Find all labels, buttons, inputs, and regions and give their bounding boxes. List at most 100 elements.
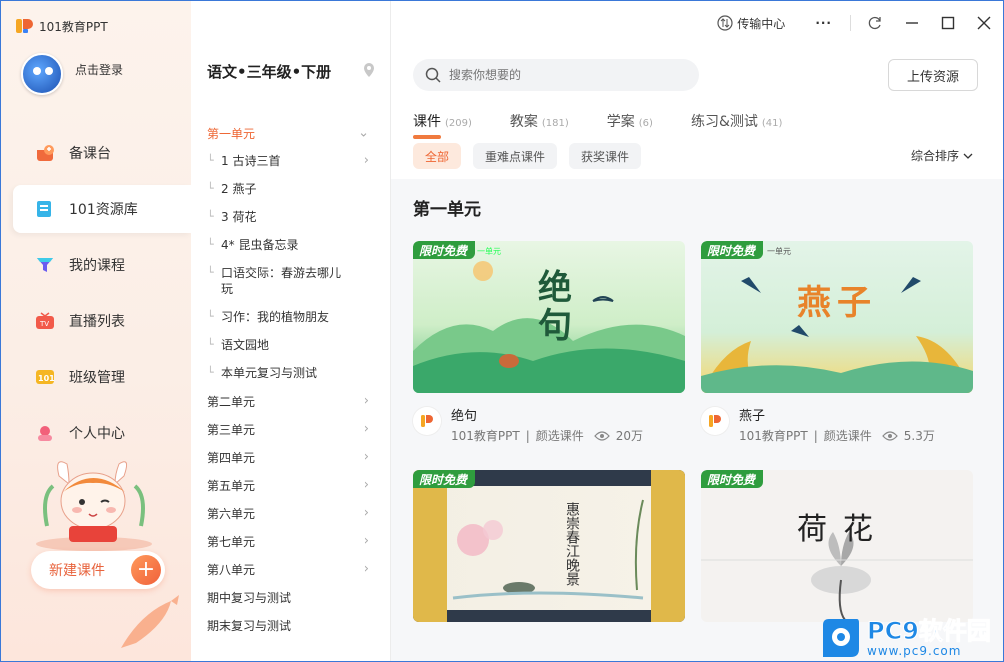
filter-key-points[interactable]: 重难点课件 — [473, 143, 558, 169]
toc-unit[interactable]: 第七单元 › — [191, 527, 391, 555]
course-card[interactable]: 惠崇春江晚景 限时免费 — [413, 470, 685, 622]
new-course-button[interactable]: 新建课件 + — [31, 551, 165, 589]
course-card[interactable]: 荷花 限时免费 — [701, 470, 973, 622]
filter-award[interactable]: 获奖课件 — [569, 143, 642, 169]
unit-label: 第四单元 — [207, 450, 256, 465]
tab-courseware[interactable]: 课件 (209) — [413, 111, 472, 139]
transfer-icon — [717, 15, 733, 31]
login-label[interactable]: 点击登录 — [75, 61, 123, 78]
chevron-right-icon: › — [363, 561, 369, 577]
tab-study-plan[interactable]: 学案 (6) — [607, 111, 653, 131]
tab-count: (209) — [445, 118, 472, 129]
chevron-right-icon: › — [363, 449, 369, 465]
refresh-icon[interactable] — [867, 15, 883, 31]
tab-exercise[interactable]: 练习&测试 (41) — [691, 111, 782, 131]
minimize-icon[interactable] — [905, 16, 919, 30]
tree-branch-icon: └ — [207, 210, 214, 223]
card-subtitle: 101教育PPT | 颜选课件 20万 — [451, 427, 643, 444]
toc-lesson[interactable]: └ 本单元复习与测试 — [191, 359, 391, 387]
card-meta: 燕子 101教育PPT | 颜选课件 5.3万 — [701, 393, 973, 453]
watermark-text: PC9软件园 — [867, 617, 992, 645]
toc-unit[interactable]: 第二单元 › — [191, 387, 391, 415]
card-views: 5.3万 — [903, 429, 935, 443]
toc-unit[interactable]: 第六单元 › — [191, 499, 391, 527]
toc-unit[interactable]: 第八单元 › — [191, 555, 391, 583]
tree-branch-icon: └ — [207, 154, 214, 167]
card-title[interactable]: 绝句 — [451, 405, 477, 424]
app-window: 101教育PPT 点击登录 备课台 101资源库 我的课程 TV 直播列表 10… — [0, 0, 1004, 662]
toc-lesson[interactable]: └ 4* 昆虫备忘录 — [191, 231, 391, 259]
tree-branch-icon: └ — [207, 266, 214, 279]
lesson-label: 语文园地 — [221, 338, 270, 352]
card-thumbnail[interactable]: 惠崇春江晚景 限时免费 — [413, 470, 685, 622]
transfer-center-button[interactable]: 传输中心 — [717, 15, 785, 32]
card-thumbnail[interactable]: 绝句 一单元 限时免费 — [413, 241, 685, 393]
card-thumbnail[interactable]: 荷花 限时免费 — [701, 470, 973, 622]
title-bar: 传输中心 ··· — [391, 1, 1003, 45]
tree-branch-icon: └ — [207, 366, 214, 379]
toc-unit[interactable]: 第一单元 ⌄ — [191, 119, 391, 147]
avatar[interactable] — [21, 53, 63, 95]
toc-extra[interactable]: 期中复习与测试 — [191, 583, 391, 611]
svg-text:101: 101 — [38, 374, 55, 383]
sidebar-item-class[interactable]: 101 班级管理 — [13, 353, 191, 401]
unit-label: 第三单元 — [207, 422, 256, 437]
toc-lesson[interactable]: └ 2 燕子 — [191, 175, 391, 203]
eye-icon — [593, 430, 610, 441]
unit-label: 第五单元 — [207, 478, 256, 493]
book-title[interactable]: 语文•三年级•下册 — [207, 61, 331, 82]
course-card[interactable]: 绝句 一单元 限时免费 绝句 101教育PPT | 颜选课件 20万 — [413, 241, 685, 453]
location-pin-icon[interactable] — [363, 63, 375, 77]
toc-unit[interactable]: 第三单元 › — [191, 415, 391, 443]
tab-lesson-plan[interactable]: 教案 (181) — [510, 111, 569, 131]
toc-lesson[interactable]: └ 语文园地 — [191, 331, 391, 359]
toc-lesson[interactable]: └ 习作：我的植物朋友 — [191, 303, 391, 331]
card-title[interactable]: 燕子 — [739, 405, 765, 424]
sidebar-item-label: 班级管理 — [69, 370, 125, 386]
toc-lesson[interactable]: └ 3 荷花 — [191, 203, 391, 231]
sort-dropdown[interactable]: 综合排序 — [911, 147, 973, 164]
new-course-label: 新建课件 — [49, 563, 105, 579]
sidebar-item-live[interactable]: TV 直播列表 — [13, 297, 191, 345]
tab-count: (6) — [638, 118, 653, 129]
card-meta: 绝句 101教育PPT | 颜选课件 20万 — [413, 393, 685, 453]
chevron-right-icon: › — [363, 533, 369, 549]
sidebar-item-resource[interactable]: 101资源库 — [13, 185, 191, 233]
filter-all[interactable]: 全部 — [413, 143, 462, 169]
tab-label: 学案 — [606, 114, 635, 130]
watermark-logo-icon — [823, 619, 859, 657]
search-input[interactable] — [449, 68, 669, 82]
card-subtitle: 101教育PPT | 颜选课件 5.3万 — [739, 427, 935, 444]
toc-extra[interactable]: 期末复习与测试 — [191, 611, 391, 639]
section-title: 第一单元 — [413, 200, 481, 220]
toc-lesson[interactable]: └ 1 古诗三首 › — [191, 147, 391, 175]
sort-label: 综合排序 — [911, 149, 960, 163]
chevron-down-icon — [963, 153, 973, 159]
transfer-label: 传输中心 — [737, 16, 786, 31]
card-thumbnail[interactable]: 燕子 一单元 限时免费 — [701, 241, 973, 393]
course-card[interactable]: 燕子 一单元 限时免费 燕子 101教育PPT | 颜选课件 5.3万 — [701, 241, 973, 453]
toc-unit[interactable]: 第四单元 › — [191, 443, 391, 471]
resource-tabs: 课件 (209) 教案 (181) 学案 (6) 练习&测试 (41) — [413, 111, 820, 139]
more-icon[interactable]: ··· — [815, 16, 832, 30]
lesson-label: 4* 昆虫备忘录 — [221, 238, 299, 252]
sidebar-item-prep[interactable]: 备课台 — [13, 129, 191, 177]
class-manage-icon: 101 — [35, 368, 55, 386]
sidebar-nav: 备课台 101资源库 我的课程 TV 直播列表 101 班级管理 个人中心 — [13, 129, 191, 465]
toc-unit[interactable]: 第五单元 › — [191, 471, 391, 499]
user-login[interactable]: 点击登录 — [21, 53, 123, 95]
tree-branch-icon: └ — [207, 182, 214, 195]
sidebar-item-personal[interactable]: 个人中心 — [13, 409, 191, 457]
chevron-right-icon: › — [363, 393, 369, 409]
close-icon[interactable] — [977, 16, 991, 30]
search-box[interactable] — [413, 59, 699, 91]
toc-lesson[interactable]: └ 口语交际：春游去哪儿玩 — [191, 259, 391, 303]
sidebar-item-label: 备课台 — [69, 146, 111, 162]
upload-resource-button[interactable]: 上传资源 — [888, 59, 978, 91]
lesson-label: 口语交际：春游去哪儿玩 — [221, 266, 342, 296]
sidebar-item-my-course[interactable]: 我的课程 — [13, 241, 191, 289]
tab-label: 课件 — [413, 114, 441, 130]
resource-library-icon — [35, 200, 55, 218]
maximize-icon[interactable] — [941, 16, 955, 30]
tree-branch-icon: └ — [207, 338, 214, 351]
